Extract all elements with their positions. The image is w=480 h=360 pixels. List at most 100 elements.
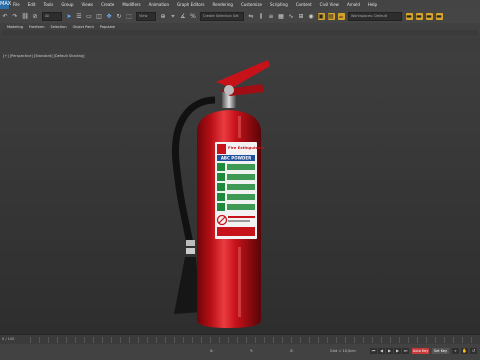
perspective-viewport[interactable]: [+] [Perspective] [Standard] [Default Sh… <box>0 52 480 334</box>
selection-set-field[interactable]: Create Selection Set <box>200 11 244 21</box>
render-frame-icon[interactable]: ▤ <box>327 12 335 20</box>
label-row-4 <box>227 194 255 200</box>
label-row-3 <box>227 184 255 190</box>
label-header-text: Fire Extinguisher <box>228 145 265 150</box>
move-icon[interactable]: ✥ <box>106 13 113 20</box>
unlink-icon[interactable]: ⊘ <box>32 13 39 20</box>
material-editor-icon[interactable]: ◉ <box>308 13 315 20</box>
grid-readout: Grid = 10,0cm <box>330 349 356 353</box>
command-bar <box>0 37 480 53</box>
asset-folder-icon[interactable]: ▬ <box>425 12 433 20</box>
label-row-2 <box>227 174 255 180</box>
menu-scripting[interactable]: Scripting <box>266 2 292 7</box>
x-coord-label[interactable]: X: <box>210 349 214 353</box>
window-crossing-icon[interactable]: ◫ <box>96 13 103 20</box>
menu-edit[interactable]: Edit <box>24 2 40 7</box>
zoom-icon[interactable]: ⌕ <box>452 348 459 354</box>
label-row-5 <box>227 204 255 210</box>
tab-populate[interactable]: Populate <box>97 25 118 29</box>
menu-civil-view[interactable]: Civil View <box>316 2 343 7</box>
rectangular-selection-icon[interactable]: ▭ <box>86 13 93 20</box>
render-setup-icon[interactable]: ▣ <box>317 12 325 20</box>
snap-icon[interactable]: ⌖ <box>170 13 177 20</box>
select-object-icon[interactable]: ➤ <box>66 13 73 20</box>
project-folder-icon[interactable]: ▬ <box>415 12 423 20</box>
hose-ferrule <box>186 240 195 246</box>
menu-animation[interactable]: Animation <box>145 2 173 7</box>
graphite-icon[interactable]: ▦ <box>278 13 285 20</box>
menu-modifiers[interactable]: Modifiers <box>118 2 144 7</box>
orbit-icon[interactable]: ↺ <box>470 348 477 354</box>
pan-icon[interactable]: ✋ <box>461 348 468 354</box>
tab-modeling[interactable]: Modeling <box>4 25 26 29</box>
discharge-horn <box>174 257 200 314</box>
menu-group[interactable]: Group <box>57 2 77 7</box>
label-pictogram-3 <box>217 183 225 191</box>
go-to-start-icon[interactable]: ⏮ <box>370 348 377 354</box>
menu-rendering[interactable]: Rendering <box>209 2 237 7</box>
angle-snap-icon[interactable]: ∡ <box>180 13 187 20</box>
timeline-track[interactable] <box>30 337 476 343</box>
label-row-1 <box>227 164 255 170</box>
ribbon: Modeling Freeform Selection Object Paint… <box>0 23 480 38</box>
menu-views[interactable]: Views <box>78 2 98 7</box>
menu-content[interactable]: Content <box>292 2 316 7</box>
tab-freeform[interactable]: Freeform <box>26 25 48 29</box>
set-key-button[interactable]: Set Key <box>432 348 449 354</box>
label-type-text: ABC POWDER <box>221 156 251 161</box>
undo-icon[interactable]: ↶ <box>2 13 9 20</box>
link-icon[interactable]: ⛓ <box>22 13 30 20</box>
menu-customize[interactable]: Customize <box>237 2 266 7</box>
workspace-dropdown[interactable]: Workspaces: Default <box>348 11 402 21</box>
ribbon-panel <box>2 30 478 36</box>
layer-icon[interactable]: ≡ <box>268 13 275 20</box>
menu-create[interactable]: Create <box>97 2 118 7</box>
label-warning-line-1 <box>228 216 255 218</box>
next-frame-icon[interactable]: ▶ <box>394 348 401 354</box>
viewport-label[interactable]: [+] [Perspective] [Standard] [Default Sh… <box>3 54 85 58</box>
menu-help[interactable]: Help <box>364 2 381 7</box>
pivot-icon[interactable]: ⊕ <box>160 13 167 20</box>
label-pictogram-2 <box>217 173 225 181</box>
reference-coordinate-dropdown[interactable]: View <box>136 11 156 21</box>
selection-filter-dropdown[interactable]: All <box>42 11 62 21</box>
z-coord-label[interactable]: Z: <box>290 349 294 353</box>
label-pictogram-1 <box>217 163 225 171</box>
status-bar: X: Y: Z: Grid = 10,0cm ⏮ ◀ ▶ ▶ ⏭ Auto Ke… <box>0 344 480 360</box>
scale-icon[interactable]: ⬚ <box>126 13 133 20</box>
y-coord-label[interactable]: Y: <box>250 349 253 353</box>
frame-counter: 0 / 100 <box>2 337 15 341</box>
label-pictogram-4 <box>217 193 225 201</box>
menu-file[interactable]: File <box>9 2 24 7</box>
play-icon[interactable]: ▶ <box>386 348 393 354</box>
menu-arnold[interactable]: Arnold <box>343 2 364 7</box>
label-pictogram-5 <box>217 203 225 211</box>
fire-extinguisher-model: Fire Extinguisher ABC POWDER <box>171 60 270 328</box>
curve-editor-icon[interactable]: ∿ <box>288 13 295 20</box>
tab-selection[interactable]: Selection <box>48 25 70 29</box>
main-toolbar: ↶ ↷ ⛓ ⊘ All ➤ ☰ ▭ ◫ ✥ ↻ ⬚ View ⊕ ⌖ ∡ % C… <box>0 9 480 24</box>
menu-tools[interactable]: Tools <box>39 2 57 7</box>
scene-folder-icon[interactable]: ▬ <box>435 12 443 20</box>
menu-graph-editors[interactable]: Graph Editors <box>173 2 208 7</box>
redo-icon[interactable]: ↷ <box>12 13 19 20</box>
auto-key-button[interactable]: Auto Key <box>412 348 429 354</box>
render-icon[interactable]: ☕ <box>337 12 345 20</box>
rotate-icon[interactable]: ↻ <box>116 13 123 20</box>
mirror-icon[interactable]: ⇋ <box>248 13 255 20</box>
label-footer-band <box>217 227 255 236</box>
safety-pin <box>224 85 234 95</box>
menu-bar: MAX File Edit Tools Group Views Create M… <box>0 0 480 9</box>
percent-snap-icon[interactable]: % <box>190 13 197 20</box>
prev-frame-icon[interactable]: ◀ <box>378 348 385 354</box>
tab-object-paint[interactable]: Object Paint <box>70 25 97 29</box>
align-icon[interactable]: ⫼ <box>258 13 265 20</box>
label-fire-icon <box>217 144 226 154</box>
schematic-icon[interactable]: ⊞ <box>298 13 305 20</box>
label-warning-line-2 <box>228 220 250 222</box>
go-to-end-icon[interactable]: ⏭ <box>402 348 409 354</box>
select-by-name-icon[interactable]: ☰ <box>76 13 83 20</box>
lever-handle <box>216 60 270 88</box>
open-folder-icon[interactable]: ▬ <box>405 12 413 20</box>
app-logo[interactable]: MAX <box>0 0 11 9</box>
